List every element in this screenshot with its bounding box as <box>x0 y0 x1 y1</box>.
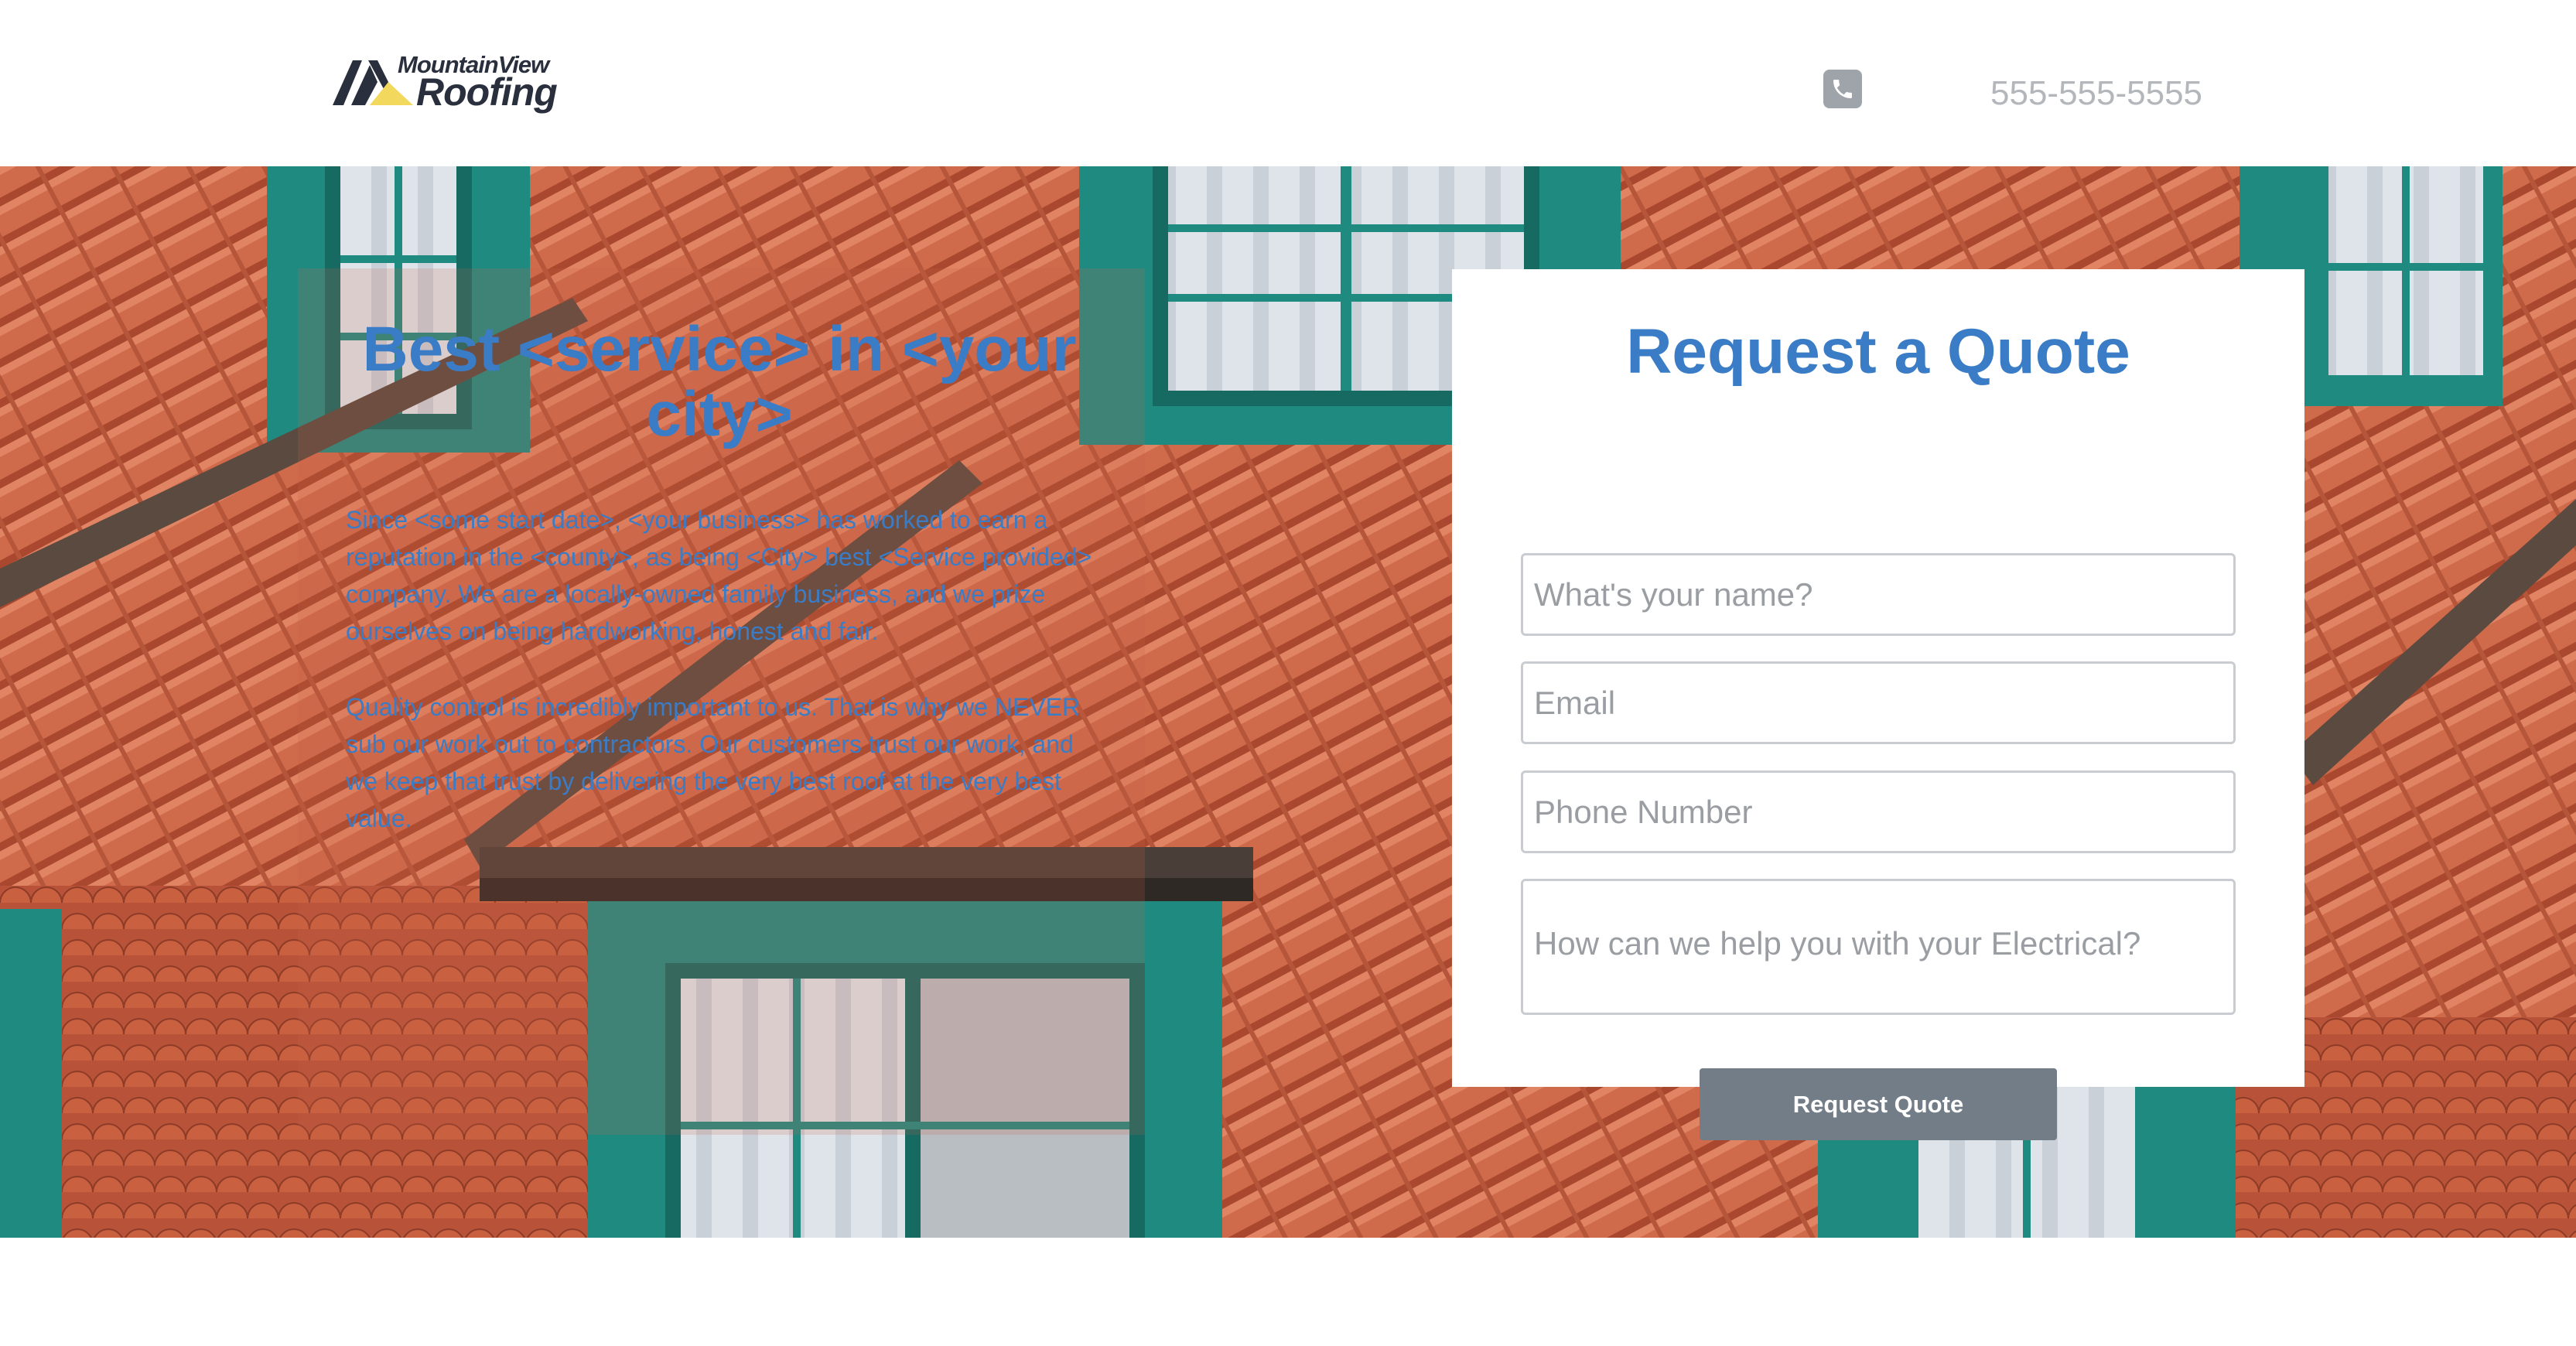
quote-form-title: Request a Quote <box>1626 316 2130 387</box>
site-header: MountainView Roofing 555-555-5555 <box>0 0 2576 166</box>
logo-text-bottom: Roofing <box>416 70 558 114</box>
page-bottom-strip <box>0 1238 2576 1346</box>
hero-section: Best <service> in <your city> Since <som… <box>0 166 2576 1238</box>
hero-paragraph-2: Quality control is incredibly important … <box>346 693 1081 832</box>
request-quote-button[interactable]: Request Quote <box>1700 1068 2057 1140</box>
hero-title: Best <service> in <your city> <box>362 314 1077 449</box>
phone-input[interactable] <box>1521 770 2236 853</box>
email-input[interactable] <box>1521 661 2236 744</box>
message-textarea[interactable] <box>1521 879 2236 1015</box>
name-input[interactable] <box>1521 553 2236 636</box>
phone-icon[interactable] <box>1823 70 1862 108</box>
phone-number-link[interactable]: 555-555-5555 <box>1990 74 2202 113</box>
brand-logo[interactable]: MountainView Roofing <box>331 48 563 116</box>
quote-form: Request a Quote Request Quote <box>1452 269 2304 1140</box>
hero-paragraph-1: Since <some start date>, <your business>… <box>346 506 1092 645</box>
